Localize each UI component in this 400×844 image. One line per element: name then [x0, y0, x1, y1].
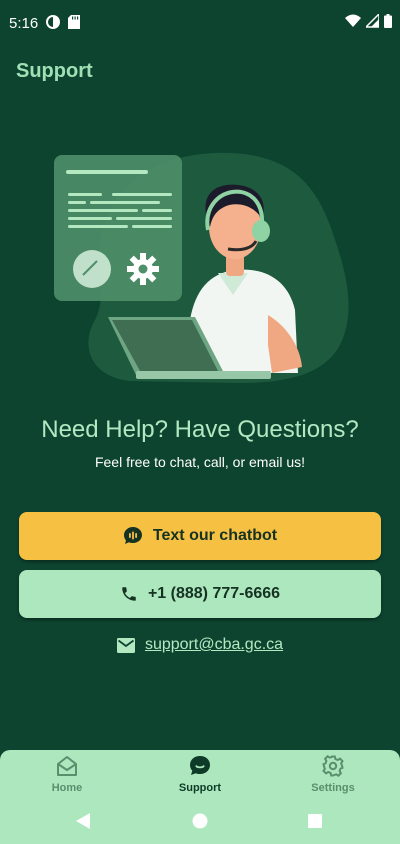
status-right-icons [345, 14, 392, 28]
home-circle-icon[interactable] [192, 813, 208, 829]
signal-icon [366, 14, 379, 28]
data-saver-icon [46, 15, 60, 29]
wifi-icon [345, 14, 361, 27]
nav-item-settings-label: Settings [311, 782, 355, 794]
chat-icon [123, 527, 142, 544]
status-left-icons [46, 15, 80, 29]
nav-item-settings[interactable]: Settings [273, 754, 393, 800]
gear-icon [322, 755, 344, 777]
recents-icon[interactable] [308, 814, 322, 828]
back-icon[interactable] [76, 813, 90, 829]
sd-card-icon [68, 15, 80, 29]
support-chat-icon [190, 756, 210, 775]
nav-item-support-label: Support [178, 782, 222, 794]
nav-item-home[interactable]: Home [7, 754, 127, 800]
call-button-label: +1 (888) 777-6666 [147, 585, 281, 602]
support-agent-illustration [54, 152, 349, 383]
help-headline: Need Help? Have Questions? [41, 416, 359, 443]
email-row[interactable]: support@cba.gc.ca [0, 634, 400, 656]
battery-icon [384, 14, 392, 28]
status-bar: 5:16 [0, 0, 400, 46]
email-link[interactable]: support@cba.gc.ca [145, 636, 283, 654]
page-title: Support [16, 60, 93, 82]
call-button[interactable]: +1 (888) 777-6666 [19, 570, 381, 618]
chatbot-button[interactable]: Text our chatbot [19, 512, 381, 560]
phone-icon [122, 587, 136, 601]
illustration-gear [127, 253, 159, 285]
chatbot-button-label: Text our chatbot [152, 527, 278, 544]
mail-icon [116, 637, 135, 653]
nav-item-support[interactable]: Support [140, 754, 260, 800]
help-subtext: Feel free to chat, call, or email us! [94, 454, 306, 470]
status-time: 5:16 [9, 15, 39, 32]
nav-item-home-label: Home [51, 782, 83, 794]
system-nav-bar [76, 813, 322, 829]
home-icon [57, 756, 77, 776]
